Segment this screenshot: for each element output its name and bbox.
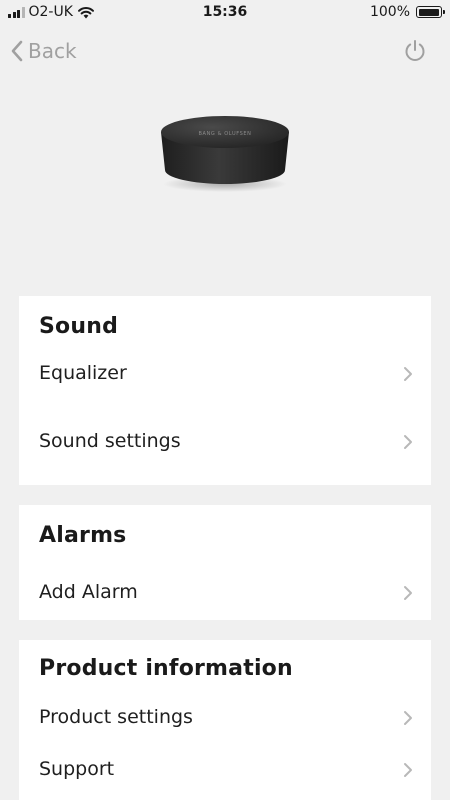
- add-alarm-row[interactable]: Add Alarm: [19, 569, 431, 617]
- sound-settings-row[interactable]: Sound settings: [19, 418, 431, 466]
- status-right: 100%: [369, 4, 445, 20]
- equalizer-row[interactable]: Equalizer: [19, 350, 431, 398]
- battery-tip: [443, 10, 445, 14]
- support-label: Support: [39, 758, 115, 780]
- product-image: BANG & OLUFSEN: [161, 116, 289, 192]
- support-row[interactable]: Support: [19, 746, 431, 794]
- battery-fill: [418, 8, 439, 16]
- chevron-left-icon: [11, 40, 23, 62]
- section-title-sound: Sound: [39, 314, 119, 339]
- power-icon[interactable]: [402, 38, 428, 64]
- chevron-right-icon: [404, 763, 412, 777]
- chevron-right-icon: [404, 367, 412, 381]
- battery-icon: [416, 6, 445, 18]
- back-label: Back: [28, 39, 77, 63]
- alarms-section: Alarms Add Alarm: [19, 505, 431, 620]
- product-information-section: Product information Product settings Sup…: [19, 640, 431, 800]
- sound-section: Sound Equalizer Sound settings: [19, 296, 431, 485]
- chevron-right-icon: [404, 435, 412, 449]
- product-settings-row[interactable]: Product settings: [19, 694, 431, 742]
- sound-settings-label: Sound settings: [39, 430, 181, 452]
- status-bar: O2-UK 15:36 100%: [0, 0, 450, 26]
- add-alarm-label: Add Alarm: [39, 581, 138, 603]
- product-settings-label: Product settings: [39, 706, 193, 728]
- chevron-right-icon: [404, 711, 412, 725]
- section-title-product-information: Product information: [39, 656, 293, 681]
- brand-text: BANG & OLUFSEN: [199, 131, 252, 137]
- chevron-right-icon: [404, 586, 412, 600]
- back-button[interactable]: Back: [10, 36, 77, 66]
- section-title-alarms: Alarms: [39, 523, 127, 548]
- battery-percent: 100%: [369, 4, 410, 20]
- equalizer-label: Equalizer: [39, 362, 127, 384]
